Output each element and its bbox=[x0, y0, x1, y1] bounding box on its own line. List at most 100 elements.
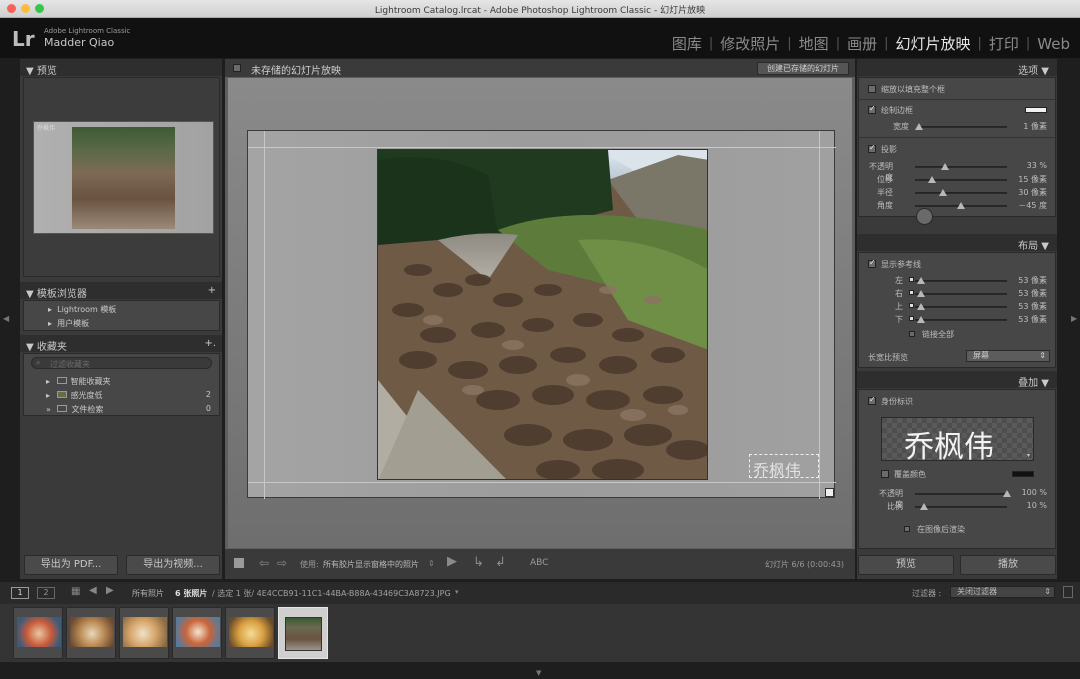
shadow-checkbox[interactable] bbox=[868, 143, 876, 153]
create-saved-slideshow-button[interactable]: 创建已存储的幻灯片 bbox=[757, 62, 849, 75]
window-1-button[interactable]: 1 bbox=[11, 587, 29, 599]
add-text-button[interactable]: ABC bbox=[530, 558, 548, 568]
guide-slider[interactable] bbox=[915, 316, 1007, 323]
guide-enable-checkbox[interactable] bbox=[909, 277, 914, 282]
filmstrip-thumb-selected[interactable] bbox=[278, 607, 328, 659]
layout-label: 布局 bbox=[1018, 241, 1039, 252]
use-source-select[interactable]: 所有胶片显示窗格中的照片 bbox=[323, 559, 419, 570]
collection-item[interactable]: » 文件检索 0 bbox=[46, 404, 211, 415]
override-color-checkbox[interactable] bbox=[881, 470, 889, 478]
slider-knob[interactable] bbox=[920, 503, 929, 510]
aspect-preview-select[interactable]: 屏幕 ⇕ bbox=[966, 350, 1050, 362]
slider-knob[interactable] bbox=[916, 277, 925, 284]
rotate-right-icon[interactable]: ↳ bbox=[473, 555, 484, 570]
slider-knob[interactable] bbox=[927, 176, 936, 183]
rotate-left-icon[interactable]: ↲ bbox=[495, 555, 506, 570]
previous-slide-icon[interactable]: ⇦ bbox=[259, 556, 269, 570]
export-video-button[interactable]: 导出为视频... bbox=[126, 555, 220, 575]
guide-slider[interactable] bbox=[915, 290, 1007, 297]
show-guides-checkbox[interactable] bbox=[868, 258, 876, 268]
collection-item[interactable]: ▸ 感光度低 2 bbox=[46, 390, 211, 401]
stroke-border-checkbox[interactable] bbox=[868, 104, 876, 114]
guide-enable-checkbox[interactable] bbox=[909, 316, 914, 321]
filmstrip-thumb[interactable] bbox=[225, 607, 275, 659]
slider-knob[interactable] bbox=[1003, 490, 1011, 497]
grid-view-icon[interactable]: ▦ bbox=[71, 586, 80, 597]
next-slide-icon[interactable]: ⇨ bbox=[277, 556, 287, 570]
left-panel-arrow-icon[interactable]: ◀ bbox=[3, 314, 9, 323]
shadow-slider[interactable] bbox=[915, 176, 1007, 183]
module-tab[interactable]: 地图 bbox=[799, 33, 829, 54]
slider-knob[interactable] bbox=[914, 123, 923, 130]
collection-item[interactable]: ▸ 智能收藏夹 bbox=[46, 376, 216, 387]
guide-enable-checkbox[interactable] bbox=[909, 290, 914, 295]
slider-knob[interactable] bbox=[938, 189, 947, 196]
link-all-checkbox[interactable] bbox=[909, 331, 915, 337]
resize-handle[interactable] bbox=[825, 488, 834, 497]
angle-dial[interactable] bbox=[916, 208, 933, 225]
guide-bottom[interactable] bbox=[248, 482, 836, 483]
filmstrip-thumb[interactable] bbox=[66, 607, 116, 659]
back-arrow-icon[interactable]: ◀ bbox=[89, 585, 97, 596]
filter-select[interactable]: 关闭过滤器 ⇕ bbox=[950, 586, 1055, 598]
source-label[interactable]: 所有照片 bbox=[132, 588, 164, 599]
guide-slider[interactable] bbox=[915, 303, 1007, 310]
preview-button[interactable]: 预览 bbox=[858, 555, 954, 575]
zoom-fill-checkbox[interactable] bbox=[868, 85, 876, 93]
options-header[interactable]: 选项 ▼ bbox=[857, 59, 1057, 77]
play-button[interactable]: 播放 bbox=[960, 555, 1056, 575]
layout-header[interactable]: 布局 ▼ bbox=[857, 234, 1057, 252]
filmstrip-thumb[interactable] bbox=[13, 607, 63, 659]
filter-lock-icon[interactable] bbox=[1063, 586, 1073, 598]
add-collection-icon[interactable]: +. bbox=[204, 338, 216, 349]
module-tab[interactable]: 幻灯片放映 bbox=[895, 33, 970, 54]
preview-header[interactable]: ▼ 预览 bbox=[20, 59, 222, 77]
guide-enable-checkbox[interactable] bbox=[909, 303, 914, 308]
template-folder-user[interactable]: ▸ 用户模板 bbox=[48, 318, 89, 329]
border-color-swatch[interactable] bbox=[1025, 107, 1047, 113]
shadow-slider[interactable] bbox=[915, 189, 1007, 196]
guide-slider[interactable] bbox=[915, 277, 1007, 284]
module-tab[interactable]: 画册 bbox=[847, 33, 877, 54]
slider-knob[interactable] bbox=[916, 303, 925, 310]
guide-right[interactable] bbox=[819, 131, 820, 499]
template-folder-lightroom[interactable]: ▸ Lightroom 模板 bbox=[48, 304, 116, 315]
overlay-header[interactable]: 叠加 ▼ bbox=[857, 371, 1057, 389]
slide-photo[interactable] bbox=[377, 149, 708, 480]
identity-plate-preview[interactable]: 乔枫伟 ▾ bbox=[881, 417, 1034, 465]
module-tab[interactable]: 打印 bbox=[989, 33, 1019, 54]
watermark-box[interactable]: 乔枫伟 bbox=[749, 454, 819, 480]
stop-icon[interactable] bbox=[234, 558, 244, 568]
module-tab[interactable]: 修改照片 bbox=[720, 33, 780, 54]
slider-knob[interactable] bbox=[916, 290, 925, 297]
template-browser-header[interactable]: ▼ 模板浏览器 + bbox=[20, 282, 222, 300]
filmstrip-thumb[interactable] bbox=[172, 607, 222, 659]
export-pdf-button[interactable]: 导出为 PDF... bbox=[24, 555, 118, 575]
identity-plate-checkbox[interactable] bbox=[868, 395, 876, 405]
add-template-icon[interactable]: + bbox=[208, 285, 216, 296]
shadow-slider[interactable] bbox=[915, 163, 1007, 170]
shadow-slider[interactable] bbox=[915, 202, 1007, 209]
slider-knob[interactable] bbox=[941, 163, 950, 170]
slider-knob[interactable] bbox=[916, 316, 925, 323]
window-2-button[interactable]: 2 bbox=[37, 587, 55, 599]
right-panel-arrow-icon[interactable]: ▶ bbox=[1071, 314, 1077, 323]
collections-header[interactable]: ▼ 收藏夹 +. bbox=[20, 335, 222, 353]
play-preview-icon[interactable]: ▶ bbox=[447, 554, 457, 569]
width-slider[interactable] bbox=[914, 123, 1007, 130]
module-tab[interactable]: Web bbox=[1037, 35, 1070, 53]
selection-info[interactable]: / 选定 1 张/ 4E4CCB91-11C1-44BA-B88A-43469C… bbox=[212, 588, 451, 599]
slider-knob[interactable] bbox=[957, 202, 965, 209]
module-tab[interactable]: 图库 bbox=[672, 33, 702, 54]
collection-filter-input[interactable]: ⌕ 过滤收藏夹 bbox=[31, 357, 212, 369]
overlay-slider[interactable] bbox=[915, 503, 1007, 510]
slideshow-checkbox[interactable] bbox=[233, 64, 241, 72]
override-color-swatch[interactable] bbox=[1012, 471, 1034, 477]
forward-arrow-icon[interactable]: ▶ bbox=[106, 585, 114, 596]
filmstrip-thumb[interactable] bbox=[119, 607, 169, 659]
guide-left[interactable] bbox=[264, 131, 265, 499]
overlay-slider[interactable] bbox=[915, 490, 1011, 497]
guide-top[interactable] bbox=[248, 147, 836, 148]
render-behind-checkbox[interactable] bbox=[904, 526, 910, 532]
bottom-panel-arrow-icon[interactable]: ▼ bbox=[536, 669, 541, 677]
